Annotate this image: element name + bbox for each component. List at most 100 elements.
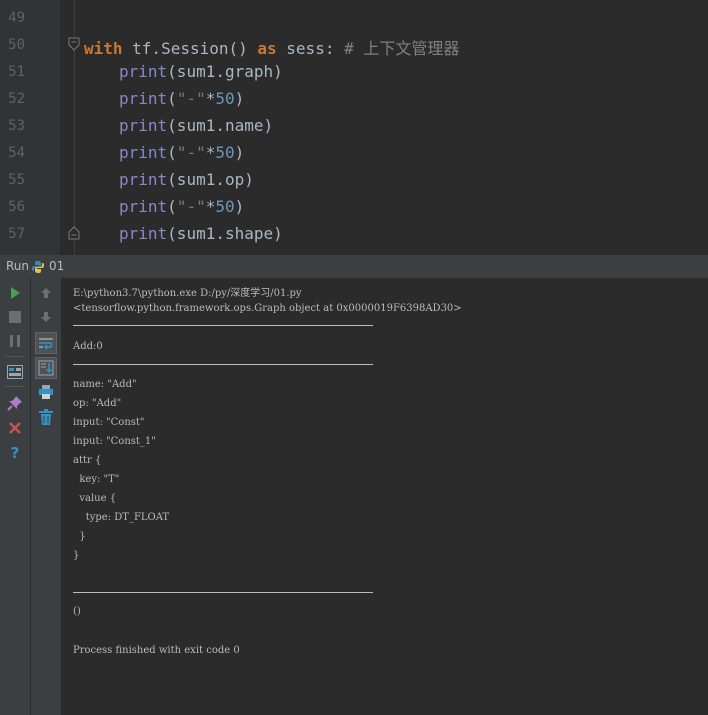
number-literal: 50 <box>215 197 235 216</box>
code-line-55[interactable]: print(sum1.op) <box>119 170 254 189</box>
soft-wrap-button[interactable] <box>35 332 57 354</box>
pin-icon <box>7 396 22 411</box>
pin-tab-button[interactable] <box>5 393 25 413</box>
code-line-50[interactable]: with tf.Session() as sess: # 上下文管理器 <box>84 35 459 59</box>
console-line: E:\python3.7\python.exe D:/py/深度学习/01.py <box>73 288 302 299</box>
close-button[interactable] <box>5 418 25 438</box>
code-text: ) <box>234 197 245 216</box>
console-line: input: "Const_1" <box>73 436 156 447</box>
keyword-as: as <box>257 39 277 58</box>
code-text: ( <box>167 89 177 108</box>
builtin-print: print <box>119 170 168 189</box>
line-number: 50 <box>8 37 25 53</box>
builtin-print: print <box>119 116 168 135</box>
line-number: 54 <box>8 145 25 161</box>
code-line-56[interactable]: print("-"*50) <box>119 197 244 216</box>
code-text: (sum1.name) <box>167 116 274 135</box>
code-text: (sum1.shape) <box>167 224 283 243</box>
run-console-output[interactable]: E:\python3.7\python.exe D:/py/深度学习/01.py… <box>61 278 708 715</box>
number-literal: 50 <box>215 143 235 162</box>
code-text: sess: <box>276 39 345 58</box>
console-line: name: "Add" <box>73 379 137 390</box>
code-line-54[interactable]: print("-"*50) <box>119 143 244 162</box>
rerun-button[interactable] <box>5 283 25 303</box>
console-line: () <box>73 606 81 617</box>
trash-icon <box>39 409 53 425</box>
string-literal: "-" <box>176 197 206 216</box>
code-editor[interactable]: 49 50 51 52 53 54 55 56 57 with tf.Sessi… <box>0 0 708 255</box>
line-number-gutter: 49 50 51 52 53 54 55 56 57 <box>0 0 60 255</box>
console-line: input: "Const" <box>73 417 145 428</box>
run-toolbar-primary: ? <box>0 278 31 715</box>
builtin-print: print <box>119 89 168 108</box>
soft-wrap-icon <box>39 338 53 350</box>
code-text: ( <box>167 197 177 216</box>
pause-button[interactable] <box>5 331 25 351</box>
builtin-print: print <box>119 224 168 243</box>
code-text: tf.Session() <box>122 39 258 58</box>
run-tool-window-header: Run 01 <box>0 255 708 278</box>
console-separator <box>73 592 373 593</box>
code-comment: # 上下文管理器 <box>344 39 460 58</box>
arrow-down-icon <box>41 312 51 322</box>
console-line: key: "T" <box>73 474 120 485</box>
next-occurrence-button[interactable] <box>36 307 56 327</box>
console-line: } <box>73 550 80 561</box>
code-line-51[interactable]: print(sum1.graph) <box>119 62 283 81</box>
arrow-up-icon <box>41 288 51 298</box>
builtin-print: print <box>119 197 168 216</box>
toolbar-separator <box>5 356 25 357</box>
line-number: 49 <box>8 10 25 26</box>
line-number: 52 <box>8 91 25 107</box>
help-icon: ? <box>10 444 20 462</box>
code-text: ) <box>234 143 245 162</box>
code-line-52[interactable]: print("-"*50) <box>119 89 244 108</box>
code-text: (sum1.graph) <box>167 62 283 81</box>
help-button[interactable]: ? <box>5 443 25 463</box>
console-line: Add:0 <box>73 341 103 352</box>
run-label: Run <box>6 259 30 273</box>
console-line: } <box>73 531 86 542</box>
builtin-print: print <box>119 143 168 162</box>
code-line-53[interactable]: print(sum1.name) <box>119 116 273 135</box>
stop-icon <box>9 311 21 323</box>
console-separator <box>73 325 373 326</box>
code-text: * <box>205 197 216 216</box>
code-text: ) <box>234 89 245 108</box>
console-line: value { <box>73 493 117 504</box>
line-number: 57 <box>8 226 25 242</box>
line-number: 55 <box>8 172 25 188</box>
console-line: type: DT_FLOAT <box>73 512 170 523</box>
dump-threads-button[interactable] <box>5 362 25 382</box>
fold-end-icon[interactable] <box>67 226 81 240</box>
run-tab-01[interactable]: 01 <box>49 259 64 273</box>
console-line: <tensorflow.python.framework.ops.Graph o… <box>73 303 462 314</box>
console-line: op: "Add" <box>73 398 122 409</box>
scroll-to-end-button[interactable] <box>35 357 57 379</box>
pause-icon <box>10 335 20 347</box>
python-icon <box>32 261 44 273</box>
string-literal: "-" <box>176 89 206 108</box>
number-literal: 50 <box>215 89 235 108</box>
play-icon <box>11 287 20 299</box>
console-line: Process finished with exit code 0 <box>73 645 240 656</box>
previous-occurrence-button[interactable] <box>36 283 56 303</box>
code-text: * <box>205 143 216 162</box>
string-literal: "-" <box>176 143 206 162</box>
code-text: ( <box>167 143 177 162</box>
run-toolbar-secondary <box>31 278 61 715</box>
fold-collapse-icon[interactable] <box>67 37 81 51</box>
stop-button[interactable] <box>5 307 25 327</box>
line-number: 53 <box>8 118 25 134</box>
clear-all-button[interactable] <box>36 407 56 427</box>
console-separator <box>73 364 373 365</box>
console-line: attr { <box>73 455 102 466</box>
line-number: 51 <box>8 64 25 80</box>
keyword-with: with <box>84 39 123 58</box>
dump-threads-icon <box>7 365 23 379</box>
builtin-print: print <box>119 62 168 81</box>
line-number: 56 <box>8 199 25 215</box>
print-button[interactable] <box>36 382 56 402</box>
code-line-57[interactable]: print(sum1.shape) <box>119 224 283 243</box>
close-icon <box>9 422 21 434</box>
